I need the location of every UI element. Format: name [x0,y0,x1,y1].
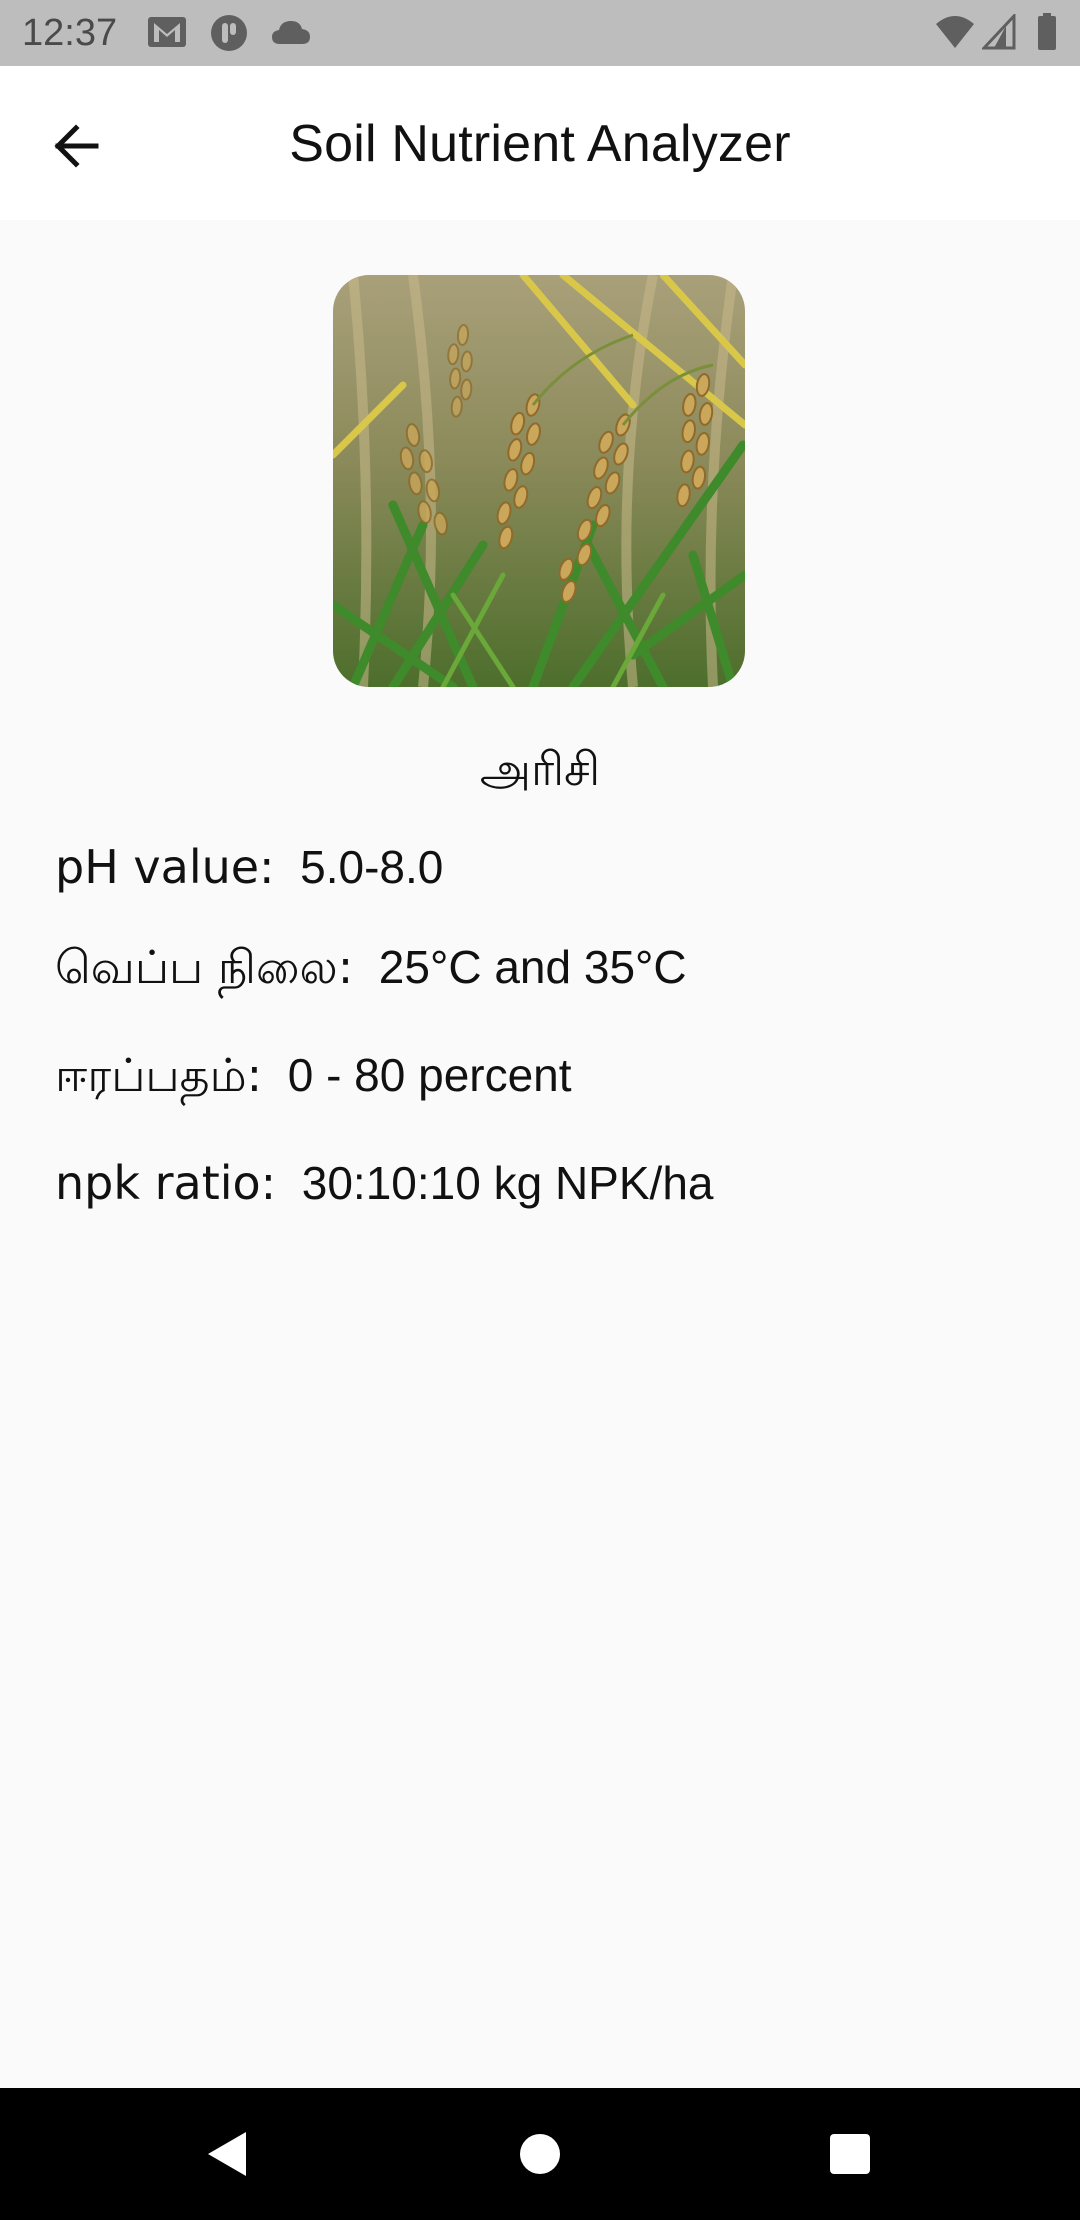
app-notification-icon [211,15,247,51]
humidity-value: 0 - 80 percent [287,1049,572,1101]
crop-name: அரிசி [479,742,601,796]
gmail-icon [148,17,186,47]
temperature-row: வெப்ப நிலை: 25°C and 35°C [55,938,687,996]
status-time: 12:37 [22,12,118,54]
npk-ratio-row: npk ratio: 30:10:10 kg NPK/ha [55,1154,713,1212]
nav-home-icon[interactable] [504,2118,576,2190]
cellular-signal-icon [982,14,1016,50]
rice-plant-image [333,275,745,687]
ph-value: 5.0-8.0 [300,841,444,893]
temperature-label: வெப்ப நிலை: [55,940,354,994]
wifi-icon [936,16,974,48]
battery-icon [1038,13,1056,50]
nav-recents-icon[interactable] [814,2118,886,2190]
cloud-icon [272,21,310,44]
status-bar: 12:37 [0,0,1080,66]
humidity-label: ஈரப்பதம்: [55,1048,263,1102]
app-bar: Soil Nutrient Analyzer [0,66,1080,220]
ph-value-row: pH value: 5.0-8.0 [55,838,443,896]
navigation-bar [0,2088,1080,2220]
humidity-row: ஈரப்பதம்: 0 - 80 percent [55,1046,572,1104]
npk-value: 30:10:10 kg NPK/ha [301,1157,714,1209]
temperature-value: 25°C and 35°C [378,941,687,993]
npk-label: npk ratio: [55,1156,277,1210]
page-title: Soil Nutrient Analyzer [289,115,791,173]
ph-label: pH value: [55,840,275,894]
crop-image [333,275,745,687]
nav-back-icon[interactable] [190,2118,262,2190]
